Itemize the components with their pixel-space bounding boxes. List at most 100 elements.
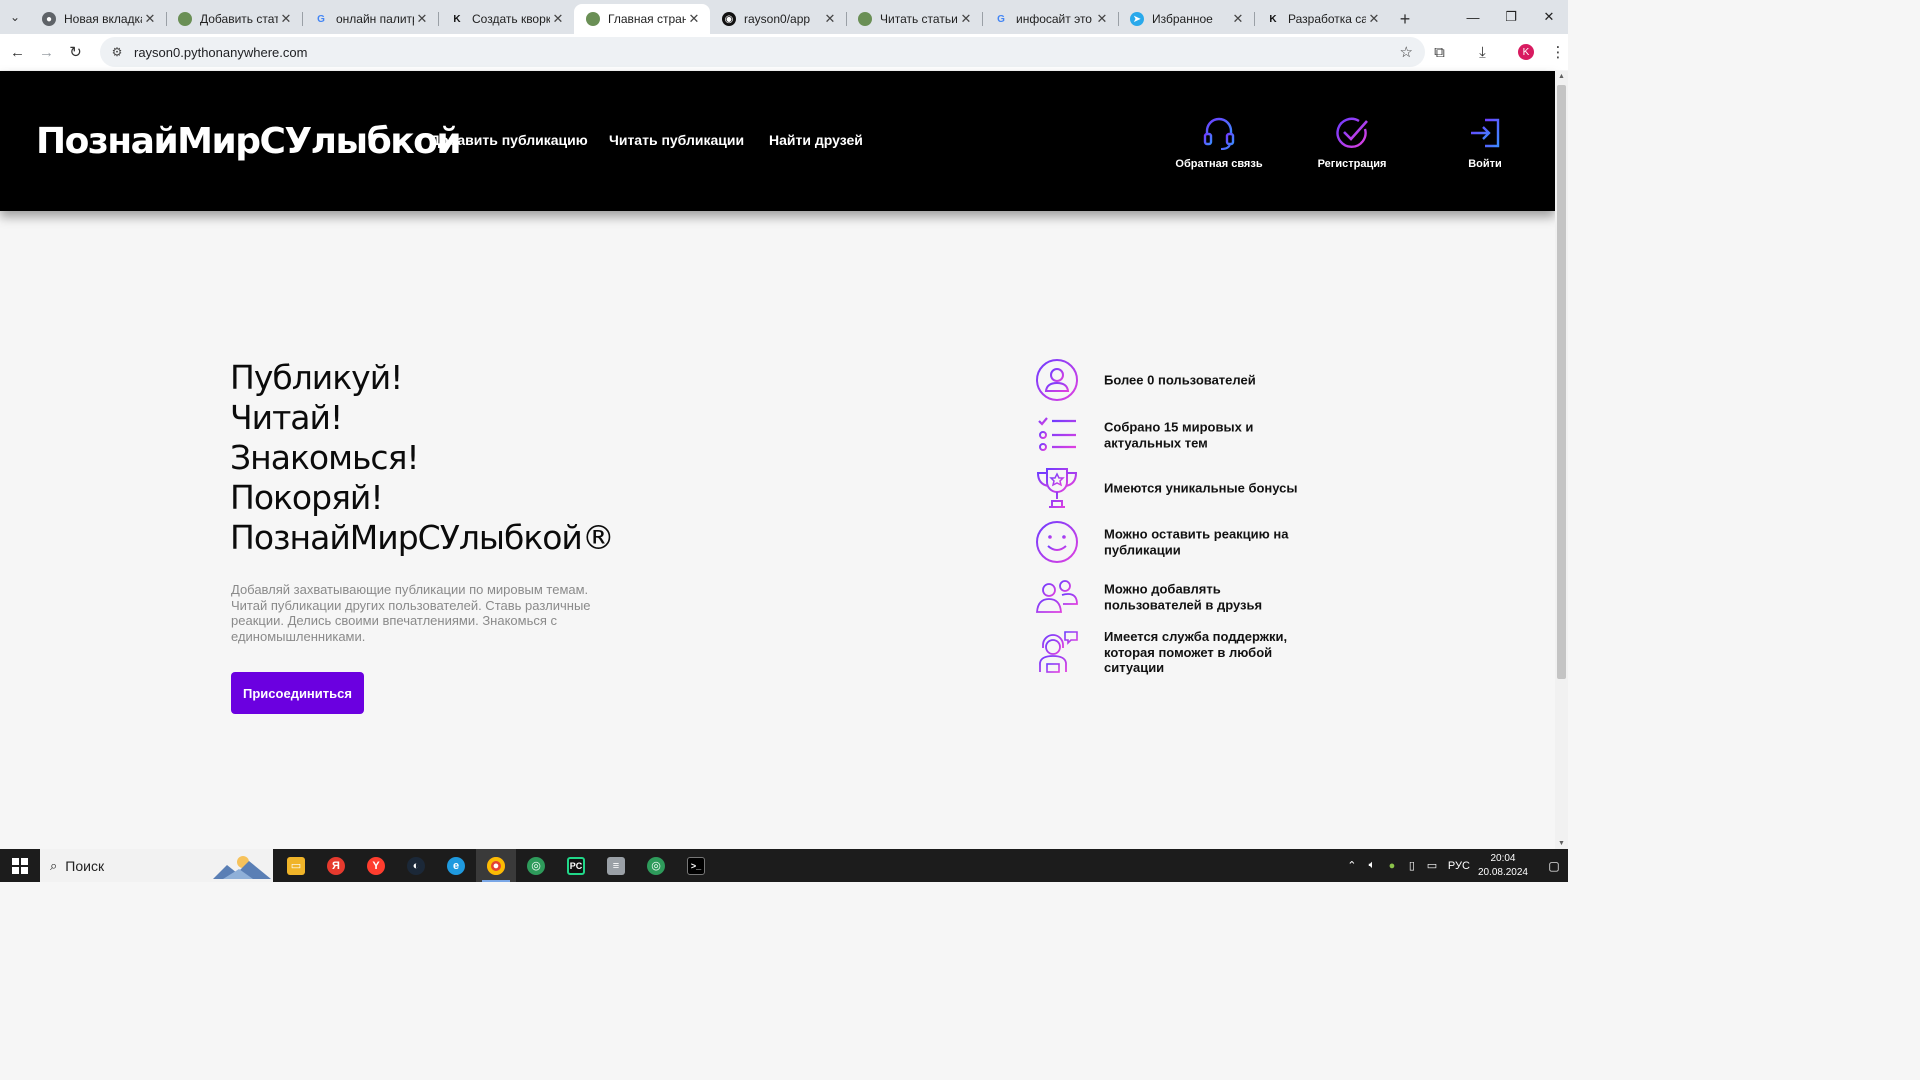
language-indicator[interactable]: РУС (1448, 860, 1470, 872)
hero-line: Читай! (230, 398, 343, 437)
close-tab-icon[interactable]: ✕ (142, 11, 158, 27)
battery-icon[interactable]: ▯ (1402, 859, 1422, 872)
address-bar[interactable]: ⚙ rayson0.pythonanywhere.com ☆ (100, 37, 1425, 67)
close-tab-icon[interactable]: ✕ (1366, 11, 1382, 27)
hero-title: Публикуй! Читай! Знакомься! Покоряй! Поз… (230, 358, 615, 558)
kwork-icon: K (1269, 13, 1277, 25)
yandex-browser-icon[interactable]: Y (356, 849, 396, 882)
menu-kebab-icon[interactable]: ⋮ (1548, 43, 1568, 61)
feature-item: Можно оставить реакцию на публикации (1035, 520, 1355, 564)
close-window-icon[interactable]: ✕ (1530, 0, 1568, 34)
yandex-icon[interactable]: Я (316, 849, 356, 882)
feature-text: Можно добавлять пользователей в друзья (1104, 581, 1263, 613)
restore-icon[interactable]: ❐ (1492, 0, 1530, 34)
browser-tab[interactable]: Добавить статью ✕ (166, 4, 302, 34)
scroll-up-arrow-icon[interactable]: ▲ (1555, 73, 1568, 80)
browser-tab[interactable]: K Разработка сайта ✕ (1254, 4, 1390, 34)
database-icon[interactable]: ≡ (596, 849, 636, 882)
browser-tab[interactable]: ➤ Избранное ✕ (1118, 4, 1254, 34)
steam-icon[interactable]: ◐ (396, 849, 436, 882)
minimize-icon[interactable]: — (1454, 0, 1492, 34)
login-action[interactable]: Войти (1425, 115, 1545, 170)
site-settings-icon[interactable]: ⚙ (106, 45, 128, 59)
search-icon: ⌕ (50, 857, 58, 873)
close-tab-icon[interactable]: ✕ (1230, 11, 1246, 27)
taskbar-search-box[interactable]: ⌕ Поиск (40, 849, 273, 882)
browser-tab[interactable]: ◉ rayson0/app ✕ (710, 4, 846, 34)
github-icon: ◉ (722, 12, 736, 26)
browser-tab[interactable]: K Создать кворк - К ✕ (438, 4, 574, 34)
volume-icon[interactable]: 🔈︎ (1362, 859, 1382, 872)
reload-icon[interactable]: ↻ (61, 37, 90, 67)
register-action[interactable]: Регистрация (1292, 115, 1412, 170)
bookmark-star-icon[interactable]: ☆ (1400, 43, 1413, 61)
new-tab-plus-icon[interactable]: + (1390, 4, 1420, 34)
pycharm-icon[interactable]: PC (556, 849, 596, 882)
app-green-icon[interactable]: ◎ (516, 849, 556, 882)
profile-avatar[interactable]: K (1518, 44, 1534, 60)
browser-tab[interactable]: G онлайн палитра ✕ (302, 4, 438, 34)
telegram-icon: ➤ (1130, 12, 1144, 26)
scroll-down-arrow-icon[interactable]: ▼ (1555, 840, 1568, 847)
extensions-puzzle-icon[interactable]: ⧉ (1418, 44, 1461, 61)
chrome-taskbar-icon[interactable]: ● (476, 849, 516, 882)
network-icon[interactable]: ▭ (1422, 859, 1442, 872)
user-circle-icon (1036, 359, 1078, 401)
browser-tab[interactable]: ● Новая вкладка ✕ (30, 4, 166, 34)
feature-item: Имеются уникальные бонусы (1035, 466, 1355, 510)
close-tab-icon[interactable]: ✕ (414, 11, 430, 27)
close-tab-icon[interactable]: ✕ (958, 11, 974, 27)
check-circle-icon (1336, 117, 1368, 149)
feature-text: Имеется служба поддержки, которая поможе… (1104, 628, 1288, 675)
login-label: Войти (1468, 158, 1502, 170)
nav-add-publication[interactable]: Добавить публикацию (430, 132, 588, 148)
windows-start-icon[interactable] (0, 849, 40, 882)
feedback-action[interactable]: Обратная связь (1159, 115, 1279, 170)
browser-tab[interactable]: G инфосайт это - П ✕ (982, 4, 1118, 34)
feature-text: Можно оставить реакцию на публикации (1104, 526, 1289, 558)
join-button[interactable]: Присоединиться (231, 672, 364, 714)
system-tray: ⌃ 🔈︎ ● ▯ ▭ РУС 20:04 20.08.2024 ▢ (1342, 849, 1568, 882)
terminal-icon[interactable]: >_ (676, 849, 716, 882)
close-tab-icon[interactable]: ✕ (278, 11, 294, 27)
site-header: ПознайМирСУлыбкой Добавить публикацию Чи… (0, 71, 1555, 211)
tab-title: онлайн палитра (336, 12, 414, 26)
close-tab-icon[interactable]: ✕ (550, 11, 566, 27)
google-icon: G (317, 13, 325, 25)
nav-read-publications[interactable]: Читать публикации (609, 132, 744, 148)
page-scrollbar[interactable]: ▲ ▼ (1555, 71, 1568, 849)
scroll-thumb[interactable] (1557, 85, 1566, 679)
trophy-icon (1036, 468, 1078, 508)
tab-title: rayson0/app (744, 12, 811, 26)
support-agent-icon (1039, 631, 1078, 673)
window-controls: — ❐ ✕ (1454, 0, 1568, 34)
file-explorer-icon[interactable]: ▭ (276, 849, 316, 882)
downloads-icon[interactable]: ⤓ (1461, 44, 1504, 61)
site-icon (858, 12, 872, 26)
browser-tab-strip: ⌄ ● Новая вкладка ✕ Добавить статью ✕ G … (0, 0, 1568, 34)
search-highlight-illustration (213, 856, 271, 879)
chrome-icon: ● (42, 12, 56, 26)
app-green-2-icon[interactable]: ◎ (636, 849, 676, 882)
tab-search-chevron-icon[interactable]: ⌄ (0, 2, 30, 32)
feature-item: Более 0 пользователей (1035, 358, 1355, 402)
tray-overflow-chevron-icon[interactable]: ⌃ (1342, 859, 1362, 872)
browser-toolbar: ← → ↻ ⚙ rayson0.pythonanywhere.com ☆ ⧉ ⤓… (0, 34, 1568, 70)
notifications-icon[interactable]: ▢ (1540, 859, 1568, 873)
clock-time: 20:04 (1490, 852, 1516, 864)
tray-app-icon[interactable]: ● (1382, 860, 1402, 872)
browser-tab-active[interactable]: Главная страница ✕ (574, 4, 710, 34)
site-logo[interactable]: ПознайМирСУлыбкой (36, 121, 462, 162)
browser-tab[interactable]: Читать статьи ✕ (846, 4, 982, 34)
close-tab-icon[interactable]: ✕ (1094, 11, 1110, 27)
close-tab-icon[interactable]: ✕ (822, 11, 838, 27)
forward-arrow-icon[interactable]: → (32, 37, 61, 67)
back-arrow-icon[interactable]: ← (3, 37, 32, 67)
smiley-icon (1036, 521, 1078, 563)
nav-find-friends[interactable]: Найти друзей (769, 132, 863, 148)
edge-icon[interactable]: e (436, 849, 476, 882)
close-tab-icon[interactable]: ✕ (686, 11, 702, 27)
url-text[interactable]: rayson0.pythonanywhere.com (134, 45, 307, 60)
clock[interactable]: 20:04 20.08.2024 (1478, 852, 1528, 880)
feedback-label: Обратная связь (1175, 158, 1263, 170)
